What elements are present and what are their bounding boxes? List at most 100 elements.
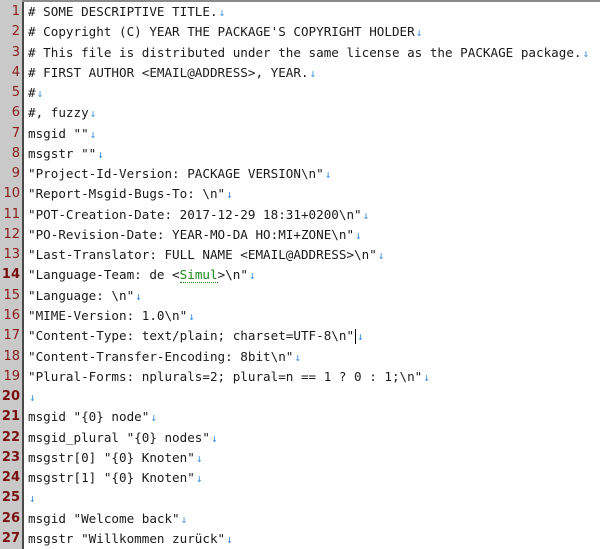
- code-line[interactable]: 8 msgstr ""↓: [0, 144, 600, 164]
- line-text: "Project-Id-Version: PACKAGE VERSION\n": [28, 166, 324, 182]
- eol-marker-icon: ↓: [97, 147, 104, 161]
- line-text: msgid "Welcome back": [28, 510, 180, 526]
- code-line[interactable]: 18 "Content-Transfer-Encoding: 8bit\n"↓: [0, 347, 600, 367]
- eol-marker-icon: ↓: [150, 411, 157, 425]
- eol-marker-icon: ↓: [188, 309, 195, 323]
- line-text: msgstr "Willkommen zurück": [28, 530, 226, 546]
- code-line[interactable]: 4 # FIRST AUTHOR <EMAIL@ADDRESS>, YEAR.↓: [0, 63, 600, 83]
- eol-marker-icon: ↓: [377, 249, 385, 263]
- line-number: 13: [3, 247, 20, 263]
- line-text: "Content-Transfer-Encoding: 8bit\n": [28, 348, 294, 364]
- eol-marker-icon: ↓: [423, 370, 430, 384]
- eol-marker-icon: ↓: [309, 66, 317, 80]
- eol-marker-icon: ↓: [415, 26, 423, 40]
- code-line[interactable]: 19 "Plural-Forms: nplurals=2; plural=n ==…: [0, 367, 600, 387]
- line-text: #, fuzzy: [28, 105, 89, 121]
- line-number: 17: [3, 328, 20, 344]
- eol-marker-icon: ↓: [355, 228, 362, 242]
- code-lines[interactable]: 1 # SOME DESCRIPTIVE TITLE.↓ 2 # Copyright…: [0, 2, 600, 549]
- eol-marker-icon: ↓: [294, 350, 301, 364]
- line-number: 5: [11, 85, 20, 101]
- code-line[interactable]: 14 "Language-Team: de <Simul>\n"↓: [0, 265, 600, 285]
- eol-marker-icon: ↓: [218, 6, 226, 19]
- eol-marker-icon: ↓: [357, 330, 364, 344]
- code-line[interactable]: 15 "Language: \n"↓: [0, 286, 600, 306]
- eol-marker-icon: ↓: [210, 431, 218, 445]
- line-text: "Plural-Forms: nplurals=2; plural=n == 1…: [28, 368, 423, 384]
- code-line[interactable]: 3 # This file is distributed under the sa…: [0, 43, 600, 63]
- code-line[interactable]: 1 # SOME DESCRIPTIVE TITLE.↓: [0, 2, 600, 22]
- line-text: # SOME DESCRIPTIVE TITLE.: [28, 4, 218, 19]
- eol-marker-icon: ↓: [226, 532, 233, 546]
- line-number: 16: [3, 307, 20, 323]
- line-number: 24: [1, 470, 20, 486]
- line-number: 27: [1, 530, 20, 546]
- eol-marker-icon: ↓: [582, 46, 590, 60]
- line-number: 15: [3, 287, 20, 303]
- code-line[interactable]: 13 "Last-Translator: FULL NAME <EMAIL@ADD…: [0, 245, 600, 265]
- line-number: 18: [3, 348, 20, 364]
- line-text: "Report-Msgid-Bugs-To: \n": [28, 186, 226, 202]
- eol-marker-icon: ↓: [324, 168, 332, 182]
- line-number: 14: [1, 267, 20, 283]
- line-text: #: [28, 85, 36, 101]
- line-number: 20: [1, 389, 20, 405]
- code-line[interactable]: 26 msgid "Welcome back"↓: [0, 509, 600, 529]
- code-line[interactable]: 27 msgstr "Willkommen zurück"↓: [0, 529, 600, 549]
- code-line[interactable]: 6 #, fuzzy↓: [0, 103, 600, 123]
- eol-marker-icon: ↓: [226, 188, 233, 202]
- line-number: 4: [11, 64, 20, 80]
- code-line[interactable]: 22 msgid_plural "{0} nodes"↓: [0, 428, 600, 448]
- code-line[interactable]: 16 "MIME-Version: 1.0\n"↓: [0, 306, 600, 326]
- line-number: 9: [11, 166, 20, 182]
- eol-marker-icon: ↓: [195, 472, 203, 486]
- code-line[interactable]: 20 ↓: [0, 387, 600, 407]
- line-text: "Content-Type: text/plain; charset=UTF-8…: [28, 328, 355, 344]
- code-line[interactable]: 12 "PO-Revision-Date: YEAR-MO-DA HO:MI+ZO…: [0, 225, 600, 245]
- line-number: 26: [1, 510, 20, 526]
- line-text: msgid "": [28, 125, 89, 141]
- code-line[interactable]: 23 msgstr[0] "{0} Knoten"↓: [0, 448, 600, 468]
- eol-marker-icon: ↓: [362, 208, 370, 222]
- code-line[interactable]: 25 ↓: [0, 488, 600, 508]
- line-text: msgid "{0} node": [28, 409, 150, 425]
- code-line[interactable]: 10 "Report-Msgid-Bugs-To: \n"↓: [0, 184, 600, 204]
- text-editor[interactable]: 1 # SOME DESCRIPTIVE TITLE.↓ 2 # Copyright…: [0, 0, 600, 549]
- line-number: 8: [11, 145, 20, 161]
- line-text: # FIRST AUTHOR <EMAIL@ADDRESS>, YEAR.: [28, 64, 309, 80]
- line-number: 12: [3, 226, 20, 242]
- code-line-current[interactable]: 17 "Content-Type: text/plain; charset=UTF…: [0, 326, 600, 346]
- eol-marker-icon: ↓: [36, 87, 44, 101]
- line-number: 6: [11, 105, 20, 121]
- line-number: 19: [3, 368, 20, 384]
- line-text: "Last-Translator: FULL NAME <EMAIL@ADDRE…: [28, 247, 377, 263]
- code-line[interactable]: 11 "POT-Creation-Date: 2017-12-29 18:31+0…: [0, 205, 600, 225]
- eol-marker-icon: ↓: [89, 107, 97, 121]
- code-line[interactable]: 24 msgstr[1] "{0} Knoten"↓: [0, 468, 600, 488]
- eol-marker-icon: ↓: [135, 289, 142, 303]
- line-text: msgstr "": [28, 145, 97, 161]
- line-number: 23: [1, 449, 20, 465]
- line-number: 1: [11, 4, 20, 19]
- eol-marker-icon: ↓: [29, 391, 36, 405]
- line-text-prefix: "Language-Team: de <: [28, 267, 180, 283]
- code-line[interactable]: 5 #↓: [0, 83, 600, 103]
- code-line[interactable]: 7 msgid ""↓: [0, 124, 600, 144]
- line-number: 10: [3, 186, 20, 202]
- line-number: 21: [1, 409, 20, 425]
- code-line[interactable]: 2 # Copyright (C) YEAR THE PACKAGE'S COPY…: [0, 22, 600, 42]
- eol-marker-icon: ↓: [89, 127, 97, 141]
- line-number: 11: [3, 206, 20, 222]
- spellcheck-flagged-word[interactable]: Simul: [179, 267, 218, 284]
- line-text: "Language: \n": [28, 287, 135, 303]
- line-text: "MIME-Version: 1.0\n": [28, 307, 188, 323]
- line-number: 3: [11, 44, 20, 60]
- text-caret: [355, 329, 357, 345]
- line-text: msgstr[1] "{0} Knoten": [28, 470, 195, 486]
- line-text: msgstr[0] "{0} Knoten": [28, 449, 195, 465]
- line-text: # This file is distributed under the sam…: [28, 44, 582, 60]
- code-line[interactable]: 9 "Project-Id-Version: PACKAGE VERSION\n"…: [0, 164, 600, 184]
- eol-marker-icon: ↓: [29, 492, 36, 506]
- line-number: 2: [11, 24, 20, 40]
- code-line[interactable]: 21 msgid "{0} node"↓: [0, 407, 600, 427]
